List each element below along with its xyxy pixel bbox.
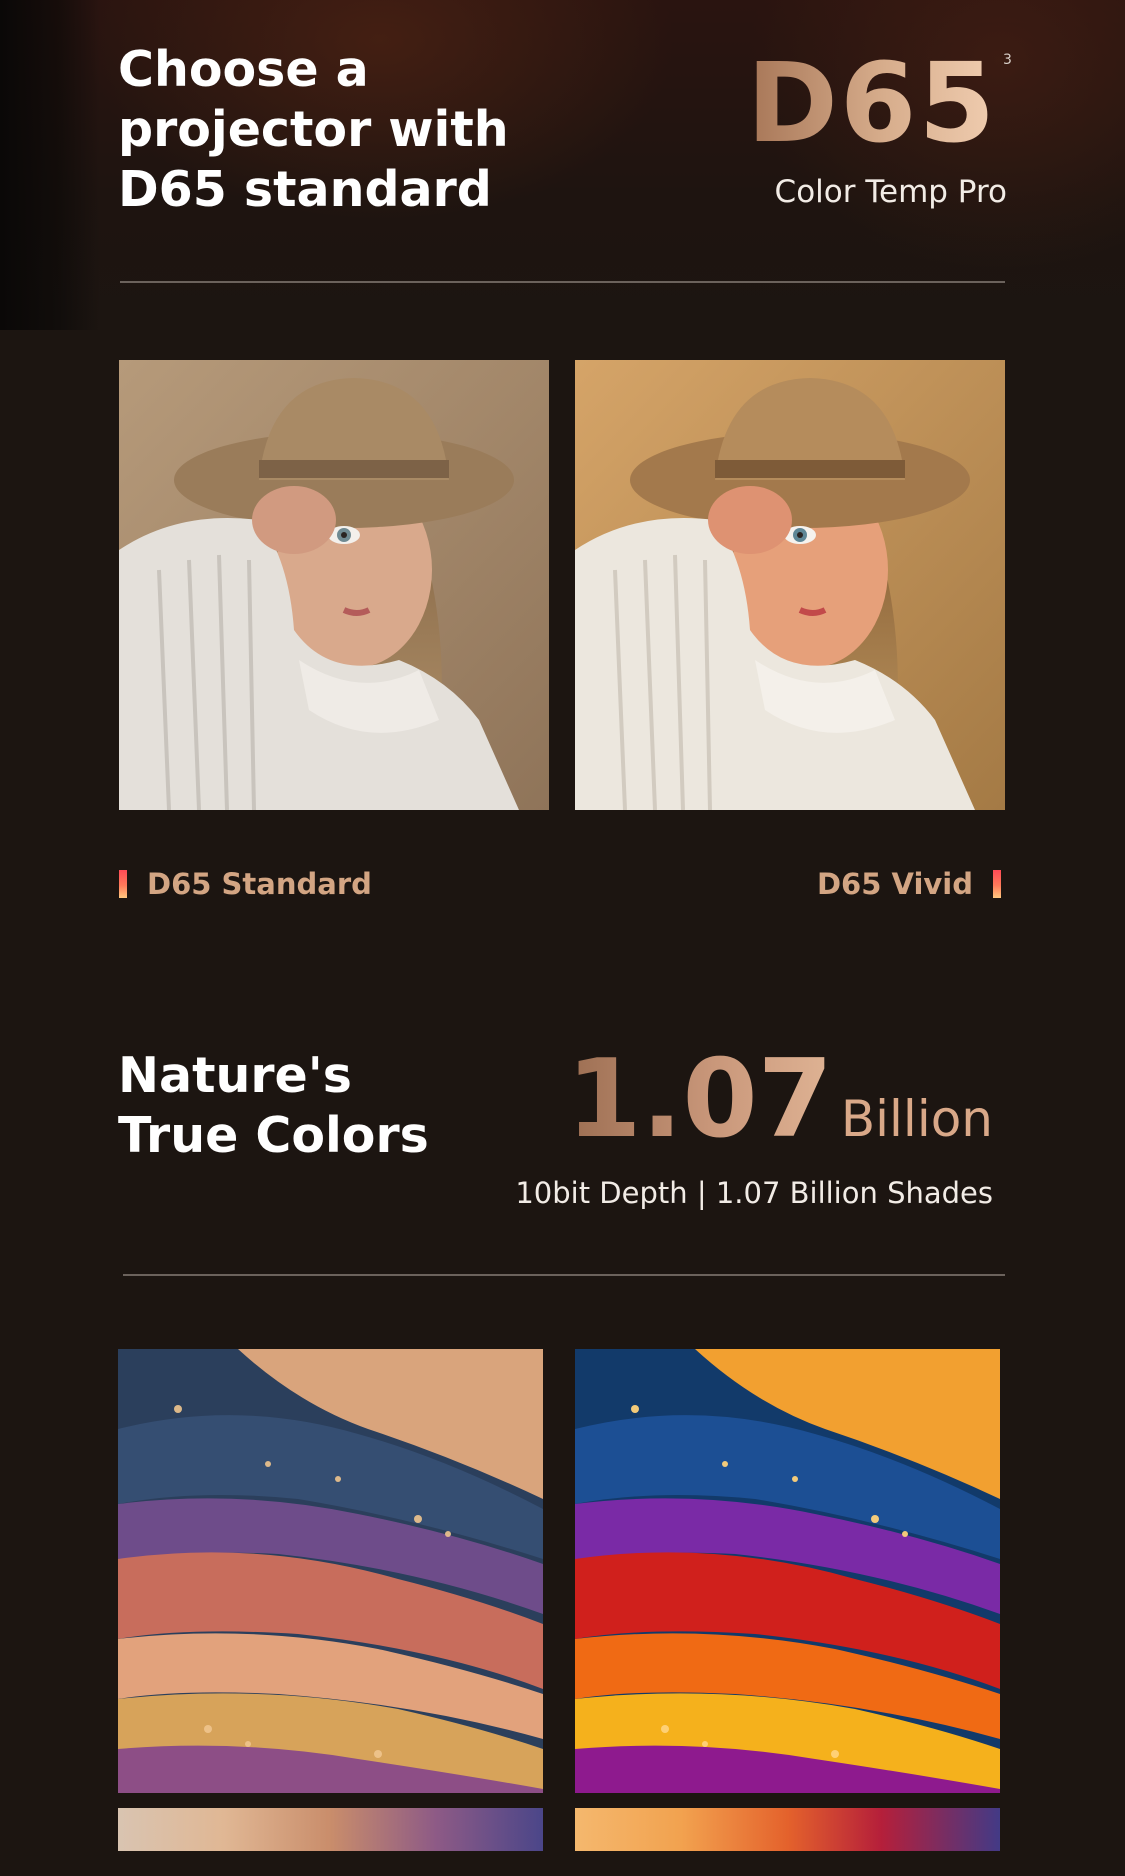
- color-count-value: 1.07 Billion: [566, 1040, 993, 1160]
- label-tick-marker: [119, 870, 127, 898]
- d65-headline: Choose a projector with D65 standard: [118, 40, 509, 220]
- d65-big-value: D65: [746, 39, 997, 167]
- divider: [120, 281, 1005, 283]
- d65-standard-portrait-image: [119, 360, 549, 810]
- true-colors-headline: Nature's True Colors: [118, 1046, 429, 1166]
- page: Choose a projector with D65 standard D65…: [0, 0, 1125, 1876]
- bit-depth-subtitle: 10bit Depth | 1.07 Billion Shades: [515, 1176, 993, 1210]
- divider: [123, 1274, 1005, 1276]
- headline-line: projector with: [118, 101, 509, 158]
- standard-color-paint-image: [118, 1349, 543, 1793]
- headline-line: Choose a: [118, 41, 369, 98]
- color-count-unit: Billion: [840, 1090, 993, 1148]
- vivid-color-paint-image: [575, 1349, 1000, 1793]
- standard-color-gradient-bar: [118, 1808, 543, 1851]
- d65-vivid-text: D65 Vivid: [816, 867, 973, 901]
- vivid-color-gradient-bar: [575, 1808, 1000, 1851]
- headline-line: True Colors: [118, 1107, 429, 1164]
- label-tick-marker: [993, 870, 1001, 898]
- hero-shade: [0, 0, 100, 330]
- d65-subtitle: Color Temp Pro: [774, 174, 1007, 210]
- d65-standard-text: D65 Standard: [147, 867, 372, 901]
- d65-vivid-portrait-image: [575, 360, 1005, 810]
- headline-line: D65 standard: [118, 161, 492, 218]
- d65-standard-label: D65 Standard: [119, 866, 372, 902]
- d65-vivid-label: D65 Vivid: [817, 866, 1001, 902]
- headline-line: Nature's: [118, 1047, 352, 1104]
- color-count-number: 1.07: [566, 1037, 833, 1162]
- footnote-superscript: 3: [1003, 52, 1012, 68]
